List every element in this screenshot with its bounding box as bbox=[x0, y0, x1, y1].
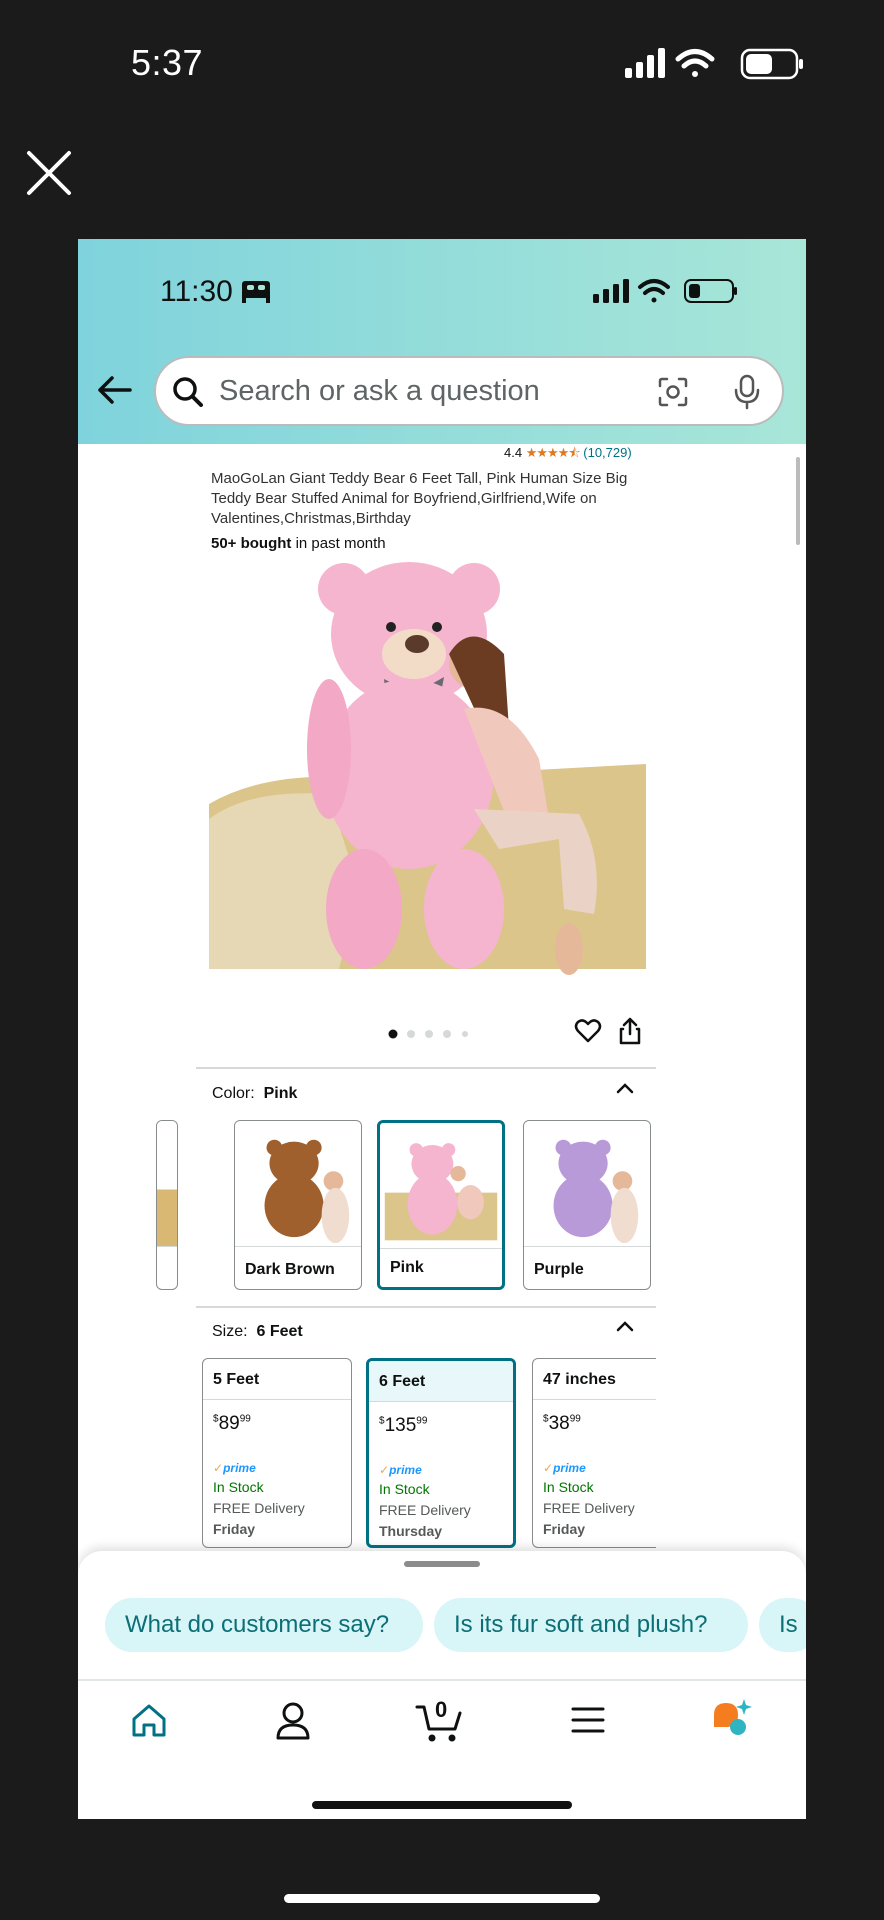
product-rating[interactable]: 4.4 ★★★★⯪ (10,729) bbox=[504, 444, 632, 466]
signal-icon bbox=[625, 48, 665, 78]
size-name: 47 inches bbox=[543, 1371, 616, 1388]
rufus-icon[interactable] bbox=[710, 1697, 754, 1741]
swatch-image bbox=[524, 1121, 650, 1246]
sheet-divider bbox=[78, 1679, 806, 1681]
delivery-day: Friday bbox=[543, 1521, 586, 1537]
size-name: 5 Feet bbox=[213, 1371, 260, 1388]
swatch-image bbox=[380, 1125, 502, 1246]
battery-icon bbox=[740, 48, 803, 80]
search-icon bbox=[173, 377, 203, 407]
share-icon[interactable] bbox=[618, 1017, 642, 1045]
section-divider bbox=[196, 1067, 656, 1069]
swatch-image bbox=[235, 1121, 361, 1246]
back-arrow-icon[interactable] bbox=[96, 375, 132, 405]
delivery-day: Friday bbox=[213, 1521, 256, 1537]
color-swatch-partial[interactable] bbox=[156, 1120, 178, 1290]
chevron-up-icon[interactable] bbox=[616, 1082, 634, 1094]
camera-scan-icon[interactable] bbox=[656, 375, 690, 409]
bought-period: in past month bbox=[291, 535, 386, 552]
stock-status: In Stock bbox=[543, 1479, 594, 1495]
size-label-text: Size: bbox=[212, 1323, 248, 1340]
heart-icon[interactable] bbox=[574, 1018, 602, 1044]
sheet-drag-handle[interactable] bbox=[404, 1561, 480, 1567]
prime-badge: ✓prime bbox=[213, 1461, 256, 1475]
signal-icon bbox=[593, 279, 629, 303]
inner-status-icons bbox=[593, 279, 737, 303]
microphone-icon[interactable] bbox=[733, 374, 761, 410]
inner-status-time: 11:30 bbox=[160, 275, 233, 308]
size-option-6-feet[interactable]: 6 Feet $13599 ✓prime In Stock FREE Deliv… bbox=[366, 1358, 516, 1548]
size-price: $3899 bbox=[543, 1413, 581, 1434]
wifi-icon bbox=[675, 49, 715, 77]
bought-count: 50+ bought bbox=[211, 535, 292, 552]
outer-status-icons bbox=[625, 48, 803, 80]
swatch-label: Dark Brown bbox=[245, 1261, 335, 1278]
color-selected-value: Pink bbox=[263, 1085, 298, 1102]
size-selected-value: 6 Feet bbox=[256, 1323, 303, 1340]
size-name: 6 Feet bbox=[379, 1373, 426, 1390]
star-rating-icon: ★★★★⯪ bbox=[525, 445, 581, 460]
close-icon[interactable] bbox=[24, 148, 74, 198]
size-price: $13599 bbox=[379, 1415, 428, 1436]
app-screen: 11:30 Search or ask a question 4.4 ★★★★⯪… bbox=[78, 239, 806, 1819]
question-chip[interactable]: Is its fur soft and plush? bbox=[434, 1598, 748, 1652]
color-swatch-dark-brown[interactable]: Dark Brown bbox=[234, 1120, 362, 1290]
section-divider bbox=[196, 1306, 656, 1308]
prime-badge: ✓prime bbox=[379, 1463, 422, 1477]
search-bar[interactable]: Search or ask a question bbox=[154, 356, 784, 426]
chevron-up-icon[interactable] bbox=[616, 1320, 634, 1332]
search-input[interactable]: Search or ask a question bbox=[219, 375, 540, 408]
wifi-icon bbox=[638, 279, 670, 303]
question-chip[interactable]: What do customers say? bbox=[105, 1598, 423, 1652]
cart-count: 0 bbox=[435, 1697, 448, 1722]
stock-status: In Stock bbox=[379, 1481, 430, 1497]
cart-button[interactable]: 0 bbox=[415, 1697, 465, 1745]
app-header: 11:30 Search or ask a question bbox=[78, 239, 806, 444]
stock-status: In Stock bbox=[213, 1479, 264, 1495]
question-chip[interactable]: Is it bbox=[759, 1598, 806, 1652]
swatch-label: Purple bbox=[534, 1261, 584, 1278]
size-option-47-inches[interactable]: 47 inches $3899 ✓prime In Stock FREE Del… bbox=[532, 1358, 656, 1548]
swatch-label: Pink bbox=[390, 1259, 424, 1276]
outer-status-time: 5:37 bbox=[131, 42, 204, 83]
swatch-image bbox=[157, 1121, 177, 1246]
rating-value: 4.4 bbox=[504, 445, 523, 460]
bought-in-past-month: 50+ bought in past month bbox=[211, 535, 386, 552]
size-price: $8999 bbox=[213, 1413, 251, 1434]
outer-home-indicator bbox=[284, 1894, 600, 1903]
color-label: Color: Pink bbox=[212, 1085, 297, 1103]
color-swatch-pink[interactable]: Pink bbox=[377, 1120, 505, 1290]
delivery-text: FREE Delivery bbox=[543, 1500, 635, 1516]
size-option-5-feet[interactable]: 5 Feet $8999 ✓prime In Stock FREE Delive… bbox=[202, 1358, 352, 1548]
product-title: MaoGoLan Giant Teddy Bear 6 Feet Tall, P… bbox=[211, 470, 628, 527]
home-icon[interactable] bbox=[129, 1701, 169, 1741]
home-indicator bbox=[312, 1801, 572, 1809]
size-label: Size: 6 Feet bbox=[212, 1323, 303, 1341]
rating-count[interactable]: (10,729) bbox=[583, 445, 631, 460]
image-pagination-dots[interactable] bbox=[388, 1027, 478, 1041]
delivery-day: Thursday bbox=[379, 1523, 443, 1539]
scrollbar[interactable] bbox=[796, 457, 800, 545]
delivery-text: FREE Delivery bbox=[213, 1500, 305, 1516]
prime-badge: ✓prime bbox=[543, 1461, 586, 1475]
color-label-text: Color: bbox=[212, 1085, 255, 1102]
menu-icon[interactable] bbox=[571, 1706, 605, 1734]
delivery-text: FREE Delivery bbox=[379, 1502, 471, 1518]
account-icon[interactable] bbox=[275, 1701, 311, 1741]
product-image[interactable] bbox=[209, 559, 646, 979]
sleep-focus-icon bbox=[242, 281, 270, 303]
color-swatch-purple[interactable]: Purple bbox=[523, 1120, 651, 1290]
bottom-sheet: What do customers say? Is its fur soft a… bbox=[78, 1551, 806, 1819]
battery-icon bbox=[684, 279, 737, 303]
